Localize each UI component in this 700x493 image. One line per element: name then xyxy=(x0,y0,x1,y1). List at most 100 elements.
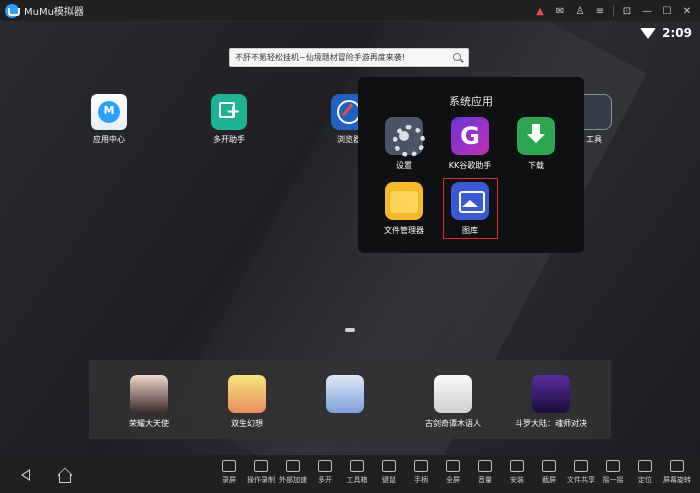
download-icon xyxy=(517,117,555,155)
app-kk-google[interactable]: KK谷歌助手 xyxy=(440,117,500,171)
back-icon[interactable] xyxy=(18,467,34,483)
gamepad-button[interactable]: 手柄 xyxy=(405,460,437,485)
game-item[interactable]: 双生幻想 xyxy=(202,375,292,429)
volume-button[interactable]: 音量 xyxy=(469,460,501,485)
macro-record-icon xyxy=(254,460,268,472)
status-bar: 2:09 xyxy=(640,26,692,40)
bottom-toolbar: 录屏 操作录制 外部加速 多开 工具箱 键鼠 手柄 全屏 音量 安装 截屏 文件… xyxy=(0,455,700,493)
title-divider xyxy=(613,5,614,17)
page-indicator xyxy=(345,328,355,332)
toolbox-icon xyxy=(350,460,364,472)
rocket-icon xyxy=(286,460,300,472)
game-label: 古剑奇谭木语人 xyxy=(425,419,481,428)
game-item[interactable] xyxy=(300,375,390,418)
tool-label: 截屏 xyxy=(542,476,556,484)
gamepad-icon xyxy=(414,460,428,472)
game-label: 荣耀大天使 xyxy=(129,419,169,428)
search-icon[interactable] xyxy=(451,51,465,65)
tool-label: 全屏 xyxy=(446,476,460,484)
game-icon xyxy=(326,375,364,413)
game-label: 斗罗大陆：魂师对决 xyxy=(515,419,587,428)
accelerate-button[interactable]: 外部加速 xyxy=(277,460,309,485)
app-settings[interactable]: 设置 xyxy=(374,117,434,171)
shake-icon xyxy=(606,460,620,472)
tool-label: 摇一摇 xyxy=(602,476,624,484)
game-dock: 荣耀大天使 双生幻想 古剑奇谭木语人 斗罗大陆：魂师对决 xyxy=(89,360,611,439)
keyboard-mouse-button[interactable]: 键鼠 xyxy=(373,460,405,485)
fullscreen-icon xyxy=(446,460,460,472)
menu-icon[interactable]: ≡ xyxy=(593,4,607,18)
mumu-logo-icon xyxy=(5,3,20,18)
shake-button[interactable]: 摇一摇 xyxy=(597,460,629,485)
tool-label: 安装 xyxy=(510,476,524,484)
app-download[interactable]: 下载 xyxy=(506,117,566,171)
apk-icon xyxy=(510,460,524,472)
minimize-icon[interactable]: — xyxy=(640,4,654,18)
search-bar[interactable]: 不肝不氪轻松挂机~仙境题材冒险手游再度来袭! xyxy=(229,48,469,67)
volume-icon xyxy=(478,460,492,472)
tool-buttons: 录屏 操作录制 外部加速 多开 工具箱 键鼠 手柄 全屏 音量 安装 截屏 文件… xyxy=(213,460,700,485)
app-label: KK谷歌助手 xyxy=(448,161,492,170)
user-icon[interactable]: ♙ xyxy=(573,4,587,18)
game-item[interactable]: 斗罗大陆：魂师对决 xyxy=(506,375,596,429)
home-icon[interactable] xyxy=(56,467,72,483)
wifi-icon xyxy=(640,27,657,39)
pin-icon[interactable]: ⊡ xyxy=(620,4,634,18)
folder-title: 系统应用 xyxy=(449,95,493,108)
location-button[interactable]: 定位 xyxy=(629,460,661,485)
file-share-button[interactable]: 文件共享 xyxy=(565,460,597,485)
install-apk-button[interactable]: 安装 xyxy=(501,460,533,485)
game-item[interactable]: 古剑奇谭木语人 xyxy=(408,375,498,429)
tool-label: 键鼠 xyxy=(382,476,396,484)
crop-icon xyxy=(542,460,556,472)
android-desktop: 2:09 不肝不氪轻松挂机~仙境题材冒险手游再度来袭! 应用中心 多开助手 浏览… xyxy=(0,22,700,455)
location-icon xyxy=(638,460,652,472)
game-item[interactable]: 荣耀大天使 xyxy=(104,375,194,429)
app-store[interactable]: 应用中心 xyxy=(77,94,141,145)
screen-record-button[interactable]: 录屏 xyxy=(213,460,245,485)
maximize-icon[interactable]: ☐ xyxy=(660,4,674,18)
app-label: 下载 xyxy=(528,161,544,170)
tool-label: 文件共享 xyxy=(567,476,595,484)
selection-highlight xyxy=(443,178,498,239)
game-label: 双生幻想 xyxy=(231,419,263,428)
app-label: 应用中心 xyxy=(93,135,125,144)
mail-icon[interactable]: ✉ xyxy=(553,4,567,18)
multi-instance-icon xyxy=(211,94,247,130)
app-multi-instance[interactable]: 多开助手 xyxy=(197,94,261,145)
fullscreen-button[interactable]: 全屏 xyxy=(437,460,469,485)
share-folder-icon xyxy=(574,460,588,472)
tool-label: 工具箱 xyxy=(346,476,368,484)
multi-open-button[interactable]: 多开 xyxy=(309,460,341,485)
app-label: 多开助手 xyxy=(213,135,245,144)
tool-label: 定位 xyxy=(638,476,652,484)
warning-icon[interactable]: ▲ xyxy=(533,4,547,18)
clock: 2:09 xyxy=(662,26,692,40)
title-bar: MuMu模拟器 ▲ ✉ ♙ ≡ ⊡ — ☐ ✕ xyxy=(0,0,700,22)
tool-label: 屏幕旋转 xyxy=(663,476,691,484)
screen-record-icon xyxy=(222,460,236,472)
folder-icon xyxy=(385,182,423,220)
android-nav xyxy=(18,467,72,483)
close-icon[interactable]: ✕ xyxy=(680,4,694,18)
tool-label: 多开 xyxy=(318,476,332,484)
tool-label: 音量 xyxy=(478,476,492,484)
tool-label: 操作录制 xyxy=(247,476,275,484)
screenshot-button[interactable]: 截屏 xyxy=(533,460,565,485)
app-title: MuMu模拟器 xyxy=(24,7,84,18)
app-label: 设置 xyxy=(396,161,412,170)
search-input[interactable]: 不肝不氪轻松挂机~仙境题材冒险手游再度来袭! xyxy=(230,52,451,63)
game-icon xyxy=(532,375,570,413)
game-icon xyxy=(434,375,472,413)
kk-google-icon xyxy=(451,117,489,155)
rotate-screen-button[interactable]: 屏幕旋转 xyxy=(661,460,693,485)
tool-label: 手柄 xyxy=(414,476,428,484)
tool-label: 外部加速 xyxy=(279,476,307,484)
app-file-manager[interactable]: 文件管理器 xyxy=(374,182,434,236)
tool-label: 录屏 xyxy=(222,476,236,484)
app-label: 文件管理器 xyxy=(384,226,424,235)
macro-record-button[interactable]: 操作录制 xyxy=(245,460,277,485)
rotate-icon xyxy=(670,460,684,472)
toolbox-button[interactable]: 工具箱 xyxy=(341,460,373,485)
gear-icon xyxy=(385,117,425,157)
